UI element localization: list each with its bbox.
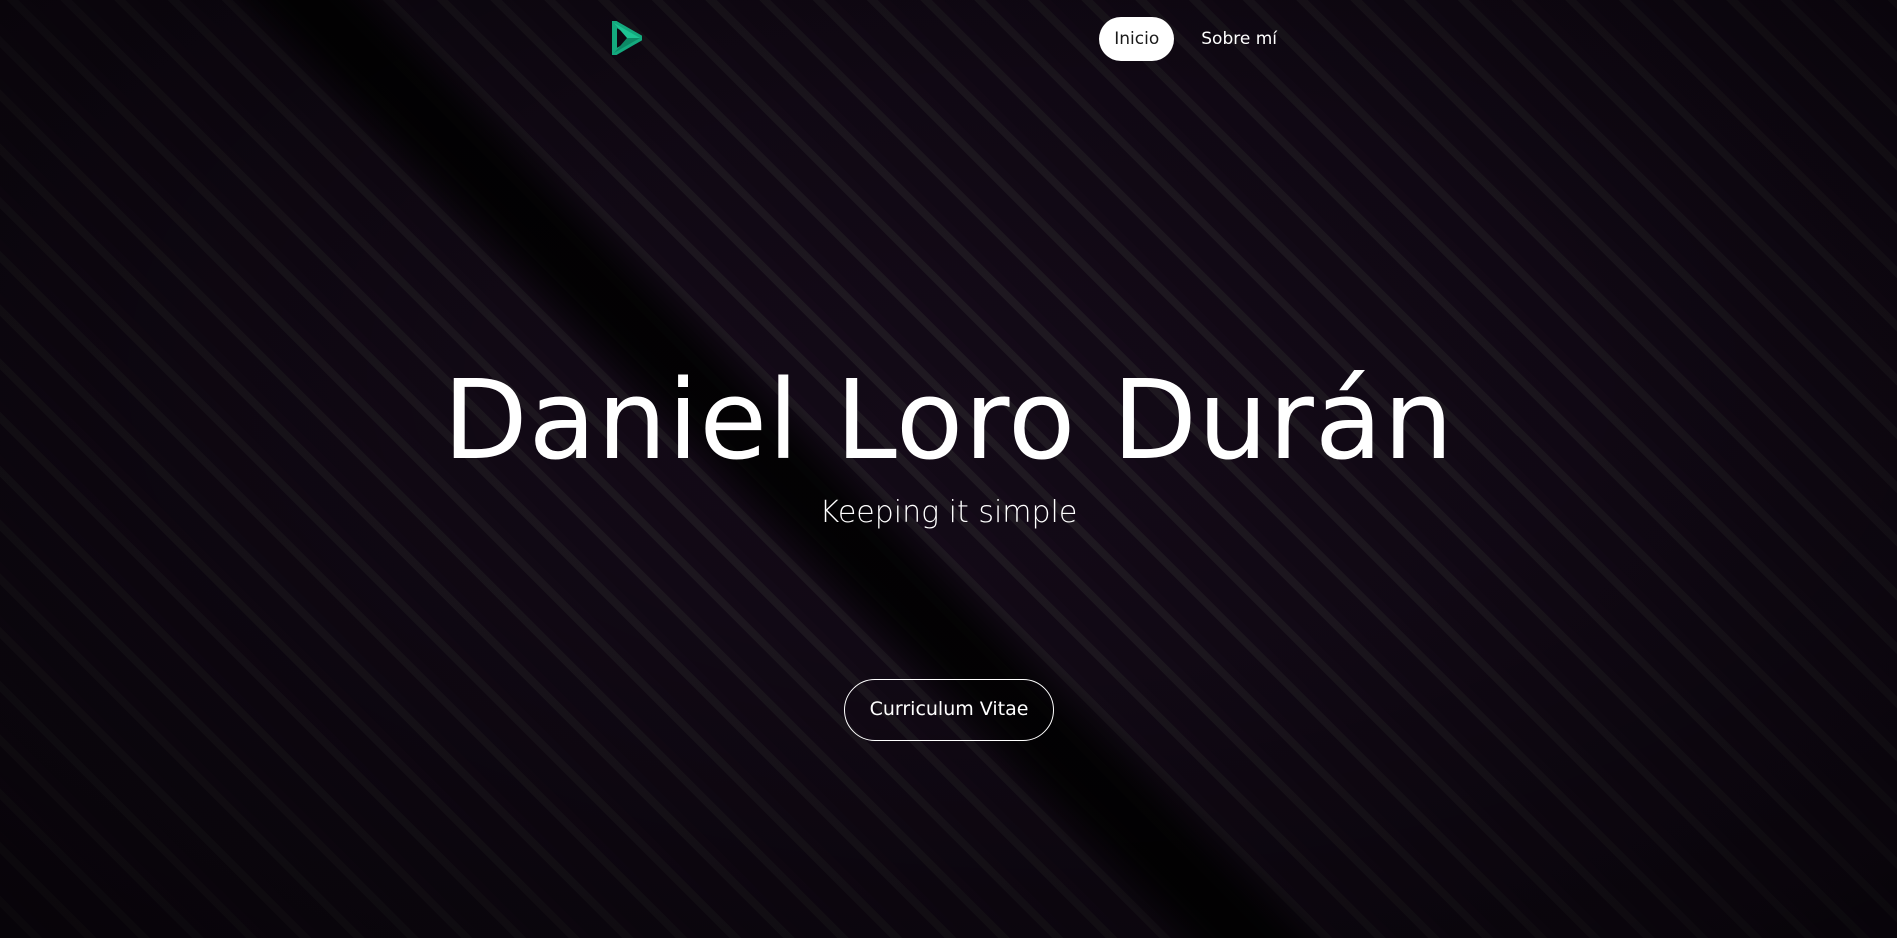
page-background: Inicio Sobre mí Daniel Loro Durán Keepin… (0, 0, 1897, 938)
hero-section: Daniel Loro Durán Keeping it simple (0, 355, 1897, 533)
nav-links: Inicio Sobre mí (1099, 17, 1292, 61)
top-navigation: Inicio Sobre mí (611, 17, 1292, 61)
curriculum-vitae-button[interactable]: Curriculum Vitae (844, 679, 1054, 741)
nav-link-sobre-mi[interactable]: Sobre mí (1186, 17, 1292, 61)
hero-subtitle: Keeping it simple (819, 495, 1078, 530)
nav-link-inicio[interactable]: Inicio (1099, 17, 1175, 61)
play-triangle-logo-icon[interactable] (611, 20, 643, 56)
hero-title: Daniel Loro Durán (442, 356, 1455, 484)
